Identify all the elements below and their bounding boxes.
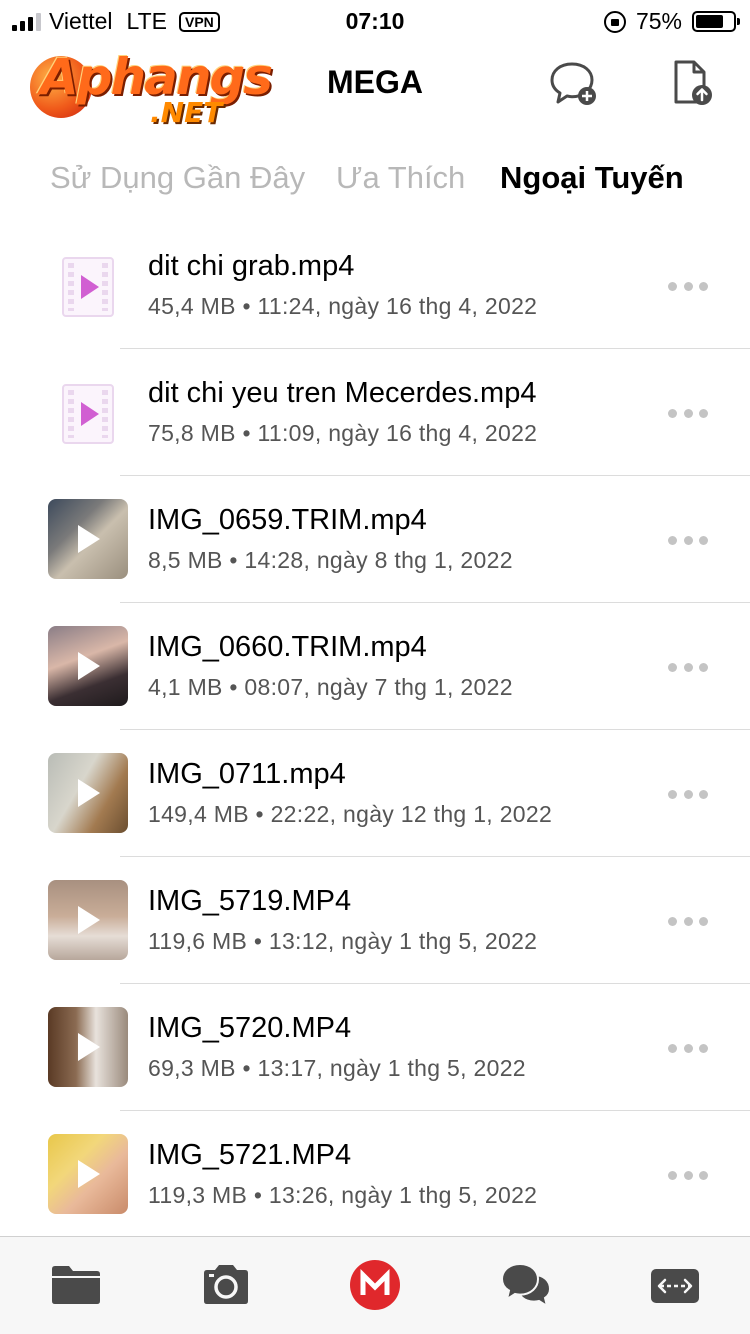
chat-add-icon — [550, 62, 596, 105]
network-type: LTE — [126, 8, 167, 34]
video-file-icon — [62, 257, 114, 317]
signal-icon — [12, 12, 41, 31]
vpn-badge: VPN — [179, 11, 220, 32]
more-options-icon[interactable] — [668, 1044, 708, 1054]
video-thumbnail — [48, 626, 128, 706]
video-thumbnail — [48, 880, 128, 960]
video-thumbnail — [48, 499, 128, 579]
more-options-icon[interactable] — [668, 663, 708, 673]
file-name: dit chi yeu tren Mecerdes.mp4 — [148, 377, 537, 409]
bottom-tab-bar — [0, 1236, 750, 1334]
new-chat-button[interactable] — [548, 58, 600, 110]
segment-tabs: Sử Dụng Gần Đây Ưa Thích Ngoại Tuyến — [0, 160, 750, 208]
list-item[interactable]: IMG_5719.MP4 119,6 MB • 13:12, ngày 1 th… — [0, 857, 750, 984]
file-name: IMG_0711.mp4 — [148, 758, 346, 790]
play-icon — [78, 1033, 100, 1061]
play-icon — [78, 1160, 100, 1188]
play-icon — [78, 525, 100, 553]
more-options-icon[interactable] — [668, 1171, 708, 1181]
file-meta: 75,8 MB • 11:09, ngày 16 thg 4, 2022 — [148, 420, 538, 446]
file-name: IMG_5720.MP4 — [148, 1012, 352, 1044]
upload-file-icon — [674, 60, 712, 105]
more-options-icon[interactable] — [668, 282, 708, 292]
file-meta: 119,3 MB • 13:26, ngày 1 thg 5, 2022 — [148, 1182, 538, 1208]
file-name: IMG_5719.MP4 — [148, 885, 352, 917]
status-right: 75% — [603, 8, 740, 35]
watermark-logo: Aphangs .NET — [30, 48, 273, 133]
camera-icon — [204, 1265, 248, 1304]
list-item[interactable]: IMG_5721.MP4 119,3 MB • 13:26, ngày 1 th… — [0, 1111, 750, 1238]
file-name: IMG_0659.TRIM.mp4 — [148, 504, 427, 536]
tabbar-chat[interactable] — [500, 1261, 552, 1309]
rotation-lock-icon — [603, 10, 626, 33]
carrier-name: Viettel — [49, 8, 113, 34]
file-meta: 149,4 MB • 22:22, ngày 12 thg 1, 2022 — [148, 801, 553, 827]
battery-fill — [696, 15, 723, 28]
tab-favourites[interactable]: Ưa Thích — [336, 160, 465, 196]
file-meta: 119,6 MB • 13:12, ngày 1 thg 5, 2022 — [148, 928, 538, 954]
logo-subtext: .NET — [150, 96, 223, 129]
video-thumbnail — [48, 1134, 128, 1214]
tabbar-cloud-drive[interactable] — [50, 1261, 102, 1309]
list-item[interactable]: IMG_0711.mp4 149,4 MB • 22:22, ngày 12 t… — [0, 730, 750, 857]
file-name: IMG_0660.TRIM.mp4 — [148, 631, 427, 663]
play-icon — [78, 906, 100, 934]
file-meta: 69,3 MB • 13:17, ngày 1 thg 5, 2022 — [148, 1055, 526, 1081]
status-bar: Viettel LTE VPN 07:10 75% — [0, 0, 750, 40]
file-meta: 4,1 MB • 08:07, ngày 7 thg 1, 2022 — [148, 674, 513, 700]
tab-recents[interactable]: Sử Dụng Gần Đây — [50, 160, 305, 196]
list-item[interactable]: dit chi grab.mp4 45,4 MB • 11:24, ngày 1… — [0, 222, 750, 349]
play-icon — [78, 652, 100, 680]
tabbar-transfers[interactable] — [649, 1261, 701, 1309]
video-thumbnail — [48, 1007, 128, 1087]
file-name: IMG_5721.MP4 — [148, 1139, 352, 1171]
list-item[interactable]: IMG_5720.MP4 69,3 MB • 13:17, ngày 1 thg… — [0, 984, 750, 1111]
list-item[interactable]: dit chi yeu tren Mecerdes.mp4 75,8 MB • … — [0, 349, 750, 476]
more-options-icon[interactable] — [668, 917, 708, 927]
tabbar-home[interactable] — [349, 1259, 401, 1310]
file-list: dit chi grab.mp4 45,4 MB • 11:24, ngày 1… — [0, 222, 750, 1238]
mega-home-icon — [350, 1260, 400, 1310]
tabbar-camera-uploads[interactable] — [200, 1261, 252, 1309]
play-icon — [78, 779, 100, 807]
file-meta: 45,4 MB • 11:24, ngày 16 thg 4, 2022 — [148, 293, 538, 319]
video-thumbnail — [48, 753, 128, 833]
video-file-icon — [62, 384, 114, 444]
list-item[interactable]: IMG_0659.TRIM.mp4 8,5 MB • 14:28, ngày 8… — [0, 476, 750, 603]
more-options-icon[interactable] — [668, 790, 708, 800]
tab-offline[interactable]: Ngoại Tuyến — [500, 160, 684, 196]
chat-icon — [500, 1262, 552, 1309]
more-options-icon[interactable] — [668, 536, 708, 546]
battery-icon — [692, 11, 740, 32]
more-options-icon[interactable] — [668, 409, 708, 419]
battery-percent: 75% — [635, 8, 682, 34]
upload-button[interactable] — [668, 58, 720, 110]
file-meta: 8,5 MB • 14:28, ngày 8 thg 1, 2022 — [148, 547, 513, 573]
file-name: dit chi grab.mp4 — [148, 250, 355, 282]
list-item[interactable]: IMG_0660.TRIM.mp4 4,1 MB • 08:07, ngày 7… — [0, 603, 750, 730]
status-left: Viettel LTE VPN — [12, 8, 220, 35]
folder-icon — [52, 1266, 100, 1304]
transfers-icon — [651, 1269, 699, 1303]
